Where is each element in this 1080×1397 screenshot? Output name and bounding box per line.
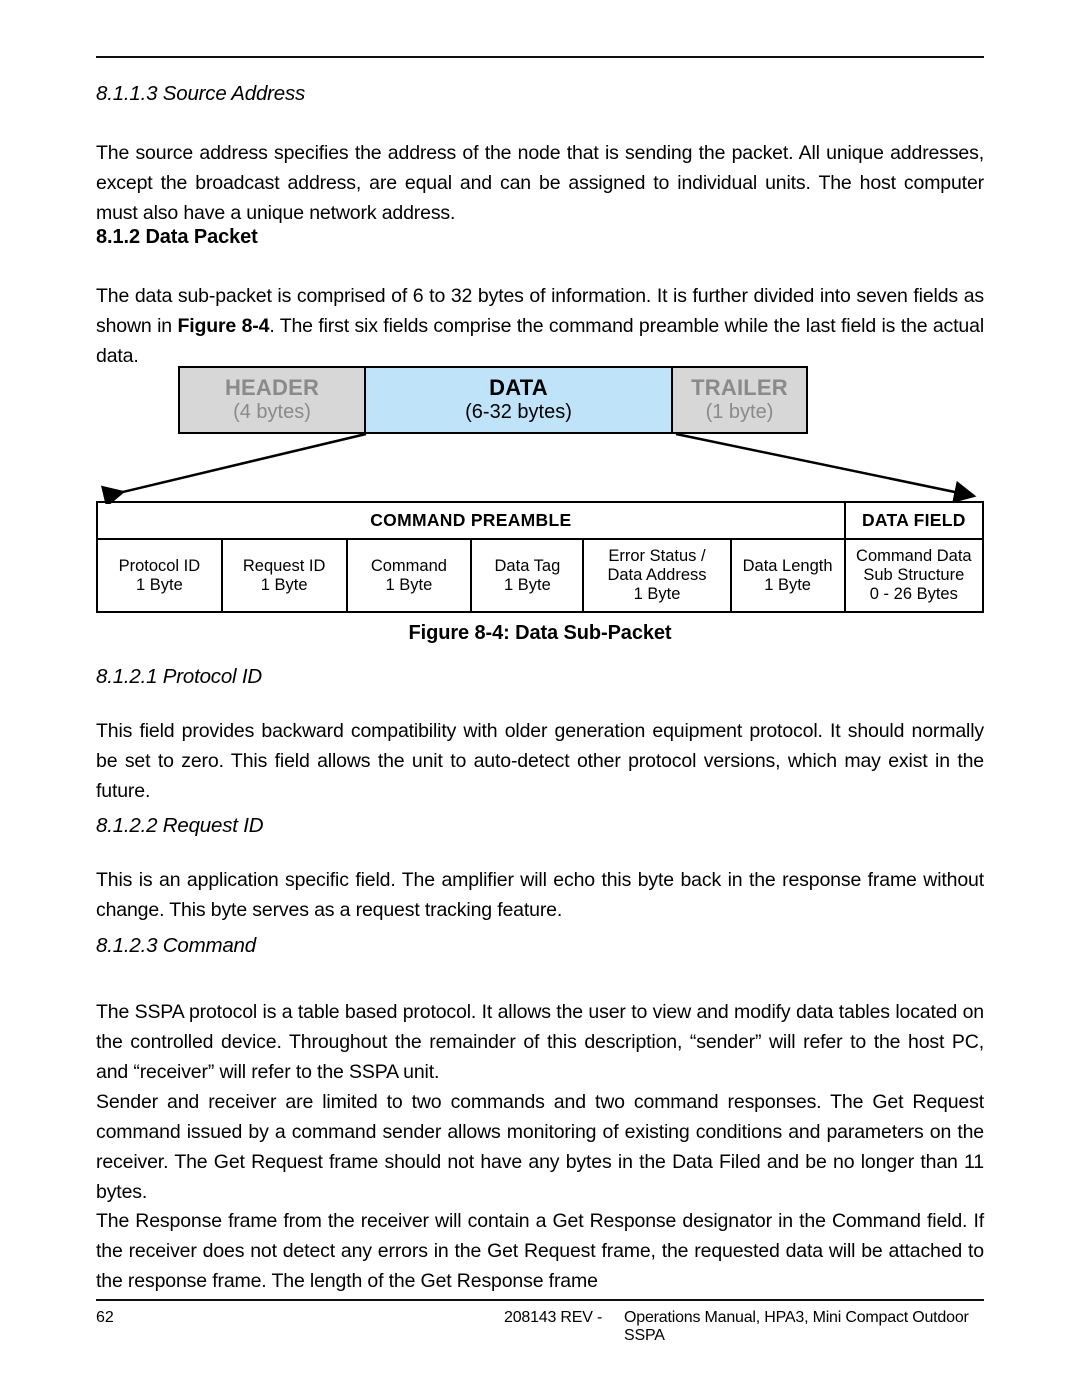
- packet-block-data: DATA (6-32 bytes): [366, 368, 673, 432]
- data-subpacket-field-table: COMMAND PREAMBLE DATA FIELD Protocol ID …: [96, 501, 985, 613]
- packet-block-header-title: HEADER: [224, 375, 320, 400]
- field-command-data-sub-structure: Command Data Sub Structure 0 - 26 Bytes: [843, 538, 985, 613]
- packet-block-header: HEADER (4 bytes): [180, 368, 366, 432]
- expansion-connector-lines: [96, 432, 984, 508]
- packet-structure-diagram: HEADER (4 bytes) DATA (6-32 bytes) TRAIL…: [178, 366, 808, 434]
- field-size: 1 Byte: [633, 585, 681, 603]
- field-size: 1 Byte: [135, 575, 183, 594]
- section-heading-protocol-id: 8.1.2.1 Protocol ID: [96, 665, 984, 689]
- packet-block-data-title: DATA: [489, 375, 548, 400]
- section-heading-data-packet: 8.1.2 Data Packet: [96, 226, 984, 249]
- paragraph-text: This field provides backward compatibili…: [96, 720, 984, 802]
- field-name: Error Status /: [608, 547, 706, 565]
- field-size: 1 Byte: [260, 575, 308, 594]
- table-row-fields: Protocol ID 1 Byte Request ID 1 Byte Com…: [96, 538, 985, 613]
- field-command: Command 1 Byte: [345, 538, 473, 613]
- paragraph-request-id: This is an application specific field. T…: [96, 865, 984, 925]
- paragraph-command-1: The SSPA protocol is a table based proto…: [96, 997, 984, 1087]
- field-name: Protocol ID: [118, 556, 201, 575]
- paragraph-data-packet: The data sub-packet is comprised of 6 to…: [96, 281, 984, 371]
- table-row-group-headers: COMMAND PREAMBLE DATA FIELD: [96, 501, 985, 540]
- footer-page-number: 62: [96, 1309, 114, 1326]
- heading-text: 8.1.2.3 Command: [96, 934, 256, 957]
- paragraph-protocol-id: This field provides backward compatibili…: [96, 716, 984, 806]
- heading-text: 8.1.1.3 Source Address: [96, 82, 306, 105]
- field-size: 0 - 26 Bytes: [869, 585, 958, 603]
- section-heading-request-id: 8.1.2.2 Request ID: [96, 814, 984, 838]
- field-protocol-id: Protocol ID 1 Byte: [96, 538, 223, 613]
- packet-block-trailer: TRAILER (1 byte): [673, 368, 806, 432]
- section-heading-source-address: 8.1.1.3 Source Address: [96, 82, 984, 106]
- header-rule: [96, 56, 984, 58]
- footer-rule: [96, 1299, 984, 1301]
- paragraph-source-address: The source address specifies the address…: [96, 138, 984, 228]
- heading-text: 8.1.2.1 Protocol ID: [96, 665, 262, 688]
- field-error-status-data-address: Error Status / Data Address 1 Byte: [582, 538, 732, 613]
- section-heading-command: 8.1.2.3 Command: [96, 934, 984, 958]
- figure-reference: Figure 8-4: [177, 315, 270, 337]
- figure-caption: Figure 8-4: Data Sub-Packet: [408, 622, 672, 644]
- field-name-line2: Sub Structure: [863, 566, 965, 584]
- footer-revision: 208143 REV -: [504, 1309, 603, 1326]
- heading-text: 8.1.2.2 Request ID: [96, 814, 264, 837]
- paragraph-text: The data sub-packet is comprised of 6 to…: [96, 281, 984, 371]
- paragraph-text: The Response frame from the receiver wil…: [96, 1210, 984, 1292]
- field-data-tag: Data Tag 1 Byte: [470, 538, 585, 613]
- paragraph-text: This is an application specific field. T…: [96, 869, 984, 921]
- paragraph-text: The SSPA protocol is a table based proto…: [96, 1001, 984, 1083]
- paragraph-text: Sender and receiver are limited to two c…: [96, 1091, 984, 1203]
- packet-block-header-size: (4 bytes): [233, 401, 311, 423]
- packet-block-data-size: (6-32 bytes): [465, 401, 572, 423]
- paragraph-command-2: Sender and receiver are limited to two c…: [96, 1087, 984, 1207]
- group-header-data-field: DATA FIELD: [843, 501, 985, 540]
- field-data-length: Data Length 1 Byte: [729, 538, 846, 613]
- field-size: 1 Byte: [385, 575, 433, 594]
- packet-block-trailer-size: (1 byte): [705, 401, 774, 423]
- field-name: Command Data: [856, 547, 972, 565]
- field-size: 1 Byte: [504, 575, 551, 594]
- field-name: Request ID: [242, 556, 326, 575]
- footer-document-title: Operations Manual, HPA3, Mini Compact Ou…: [624, 1309, 969, 1344]
- field-name-line2: Data Address: [607, 566, 707, 584]
- document-page: 8.1.1.3 Source Address The source addres…: [0, 0, 1080, 1397]
- field-request-id: Request ID 1 Byte: [220, 538, 348, 613]
- heading-text: 8.1.2 Data Packet: [96, 226, 258, 248]
- field-size: 1 Byte: [764, 575, 811, 594]
- page-footer: 62 208143 REV - Operations Manual, HPA3,…: [96, 1309, 984, 1344]
- field-name: Command: [370, 556, 447, 575]
- field-name: Data Tag: [494, 556, 561, 575]
- paragraph-command-3: The Response frame from the receiver wil…: [96, 1206, 984, 1296]
- packet-block-trailer-title: TRAILER: [691, 375, 788, 400]
- paragraph-text: The source address specifies the address…: [96, 142, 984, 224]
- group-header-command-preamble: COMMAND PREAMBLE: [96, 501, 846, 540]
- field-name: Data Length: [742, 556, 833, 575]
